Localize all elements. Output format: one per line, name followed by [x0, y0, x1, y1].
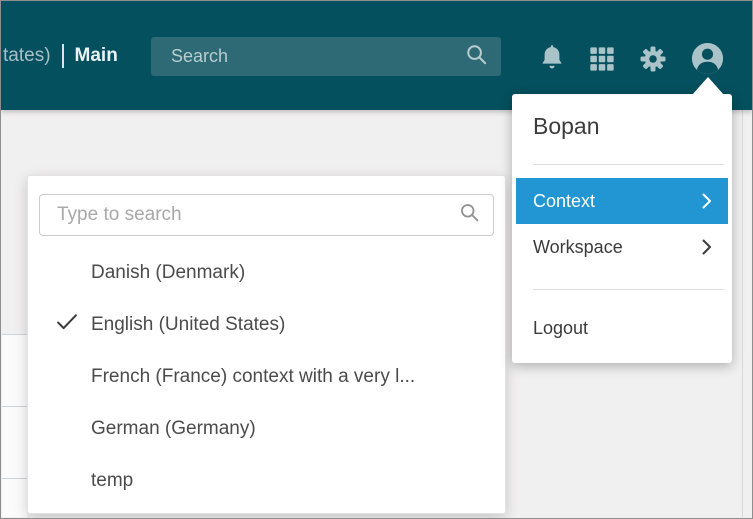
menu-item-label: Workspace [533, 237, 623, 258]
breadcrumb-truncated-text: tates) [3, 45, 51, 67]
background-content-edge [742, 110, 743, 517]
context-option-english[interactable]: English (United States) [28, 299, 505, 351]
search-icon [465, 43, 488, 71]
context-flyout: Danish (Denmark) English (United States)… [27, 175, 506, 514]
search-icon [459, 202, 480, 228]
menu-item-workspace[interactable]: Workspace [516, 224, 728, 270]
user-avatar-icon[interactable] [690, 41, 725, 76]
context-option-temp[interactable]: temp [28, 455, 505, 507]
context-option-list: Danish (Denmark) English (United States)… [28, 247, 505, 507]
menu-item-logout[interactable]: Logout [516, 305, 728, 351]
breadcrumb-separator [62, 44, 64, 68]
option-label: Danish (Denmark) [91, 262, 245, 284]
global-search[interactable] [151, 37, 501, 76]
app-grid-icon[interactable] [588, 45, 616, 73]
background-table-row-divider [2, 478, 27, 479]
background-table [2, 334, 27, 517]
option-label: temp [91, 470, 133, 492]
context-search[interactable] [39, 194, 494, 236]
nav-main-link[interactable]: Main [75, 45, 118, 67]
background-table-row-divider [2, 406, 27, 407]
chevron-right-icon [702, 239, 712, 255]
menu-item-label: Context [533, 191, 595, 212]
option-label: French (France) context with a very l... [91, 366, 415, 388]
global-search-input[interactable] [151, 46, 465, 67]
option-label: English (United States) [91, 314, 285, 336]
user-name: Bopan [512, 94, 732, 142]
context-search-input[interactable] [40, 204, 459, 226]
app-window: tates) Main [0, 0, 753, 519]
user-menu: Bopan Context Workspace Logout [512, 94, 732, 363]
user-menu-pointer-arrow [692, 77, 724, 95]
menu-item-label: Logout [533, 318, 588, 339]
chevron-right-icon [702, 193, 712, 209]
context-option-danish[interactable]: Danish (Denmark) [28, 247, 505, 299]
context-option-french[interactable]: French (France) context with a very l... [28, 351, 505, 403]
header-icon-group [538, 41, 725, 76]
menu-item-context[interactable]: Context [516, 178, 728, 224]
notifications-bell-icon[interactable] [538, 44, 566, 74]
menu-divider [533, 289, 724, 290]
settings-gear-icon[interactable] [638, 44, 668, 74]
breadcrumb: tates) Main [3, 41, 118, 71]
menu-divider [533, 164, 724, 165]
check-icon [57, 314, 77, 336]
option-label: German (Germany) [91, 418, 256, 440]
context-option-german[interactable]: German (Germany) [28, 403, 505, 455]
